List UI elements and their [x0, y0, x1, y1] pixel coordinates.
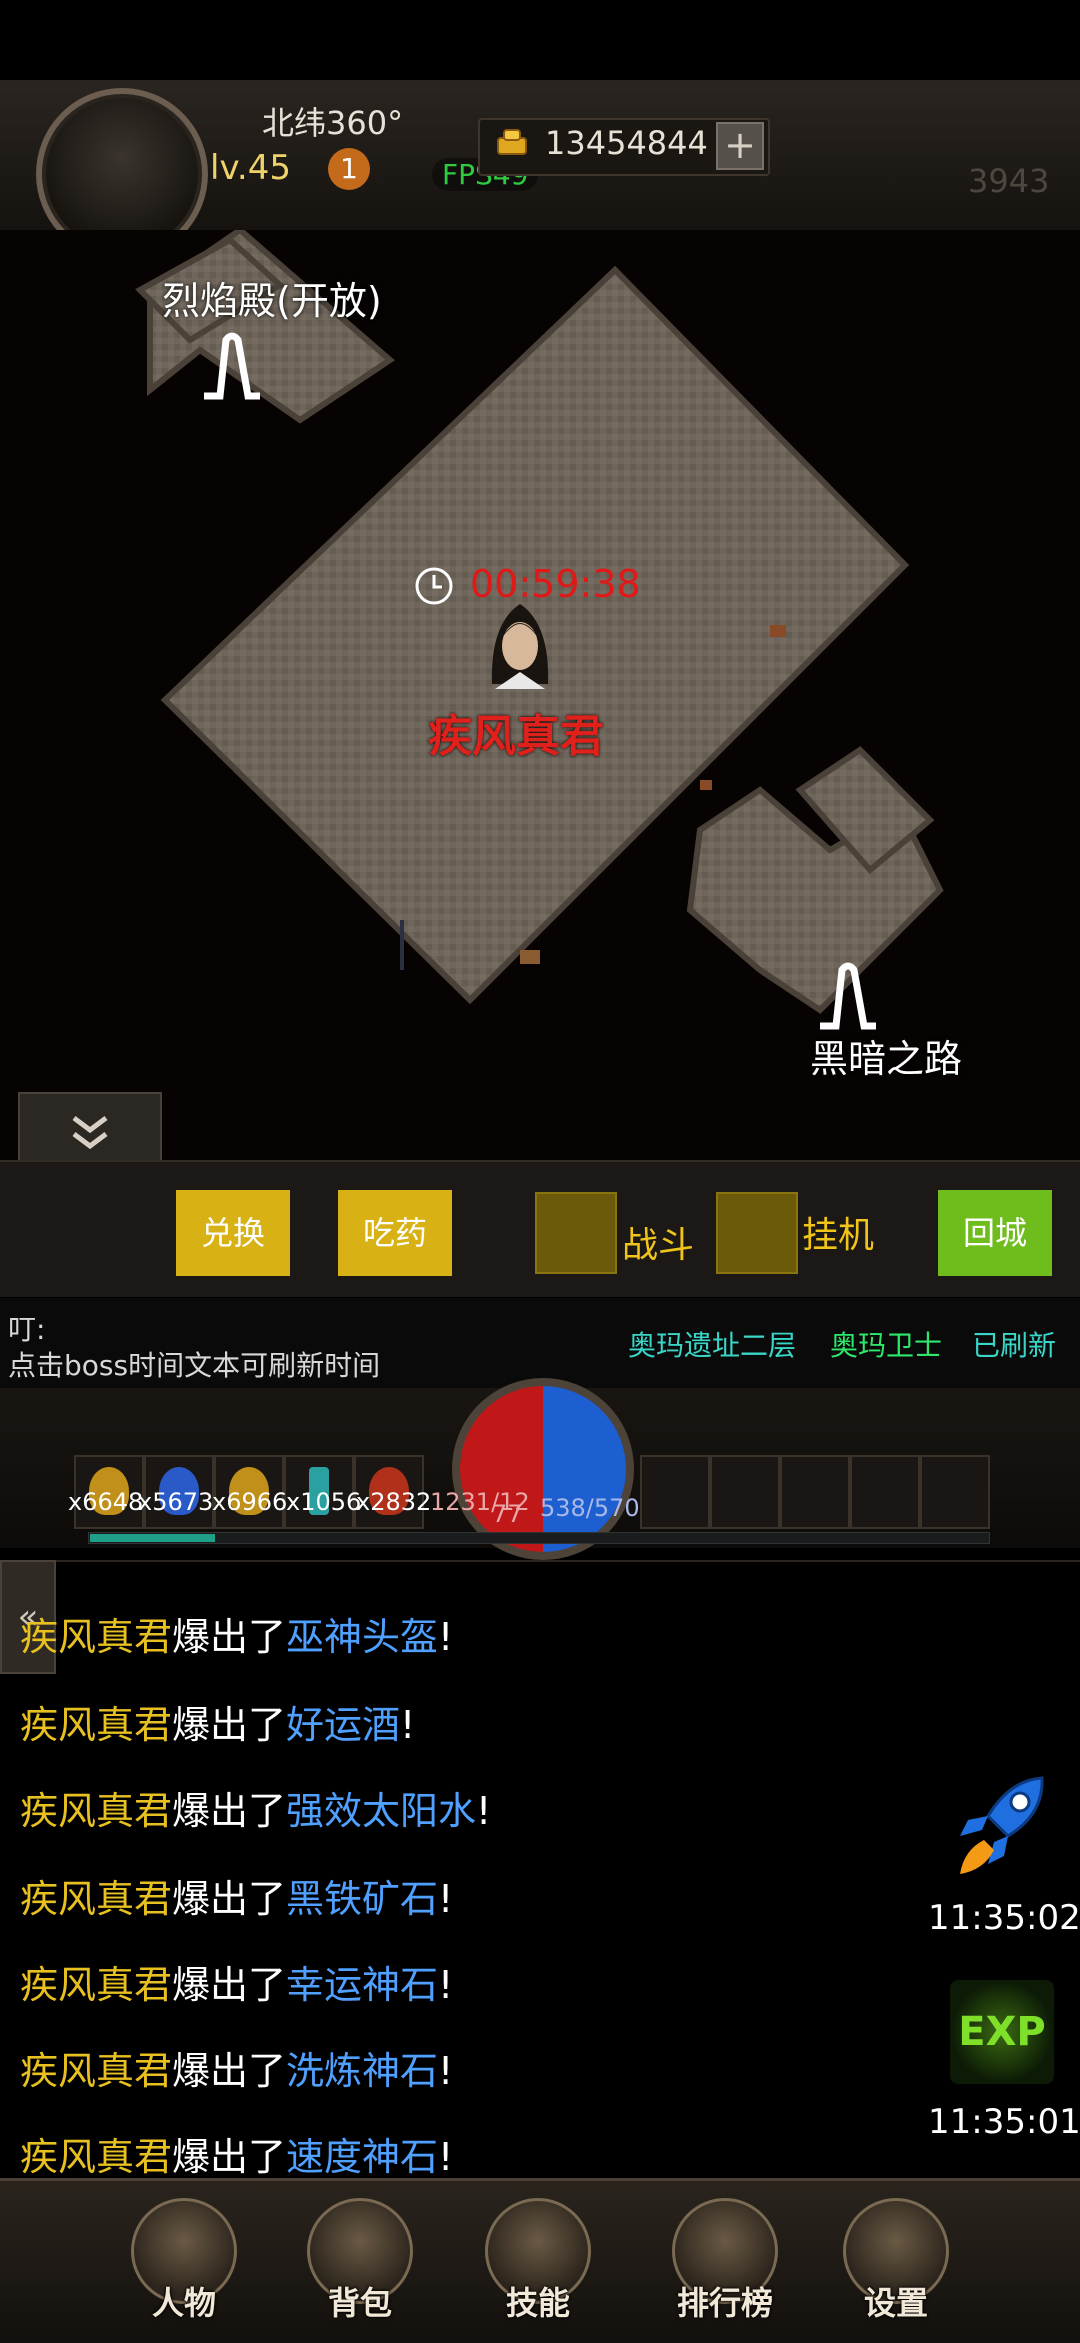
eat-potion-button[interactable]: 吃药	[338, 1190, 452, 1276]
exp-boost-icon[interactable]: EXP	[950, 1980, 1054, 2084]
gold-amount: 13454844	[545, 124, 708, 162]
potion-count-2: x5673	[138, 1488, 214, 1516]
potion-count-1: x6648	[68, 1488, 144, 1516]
skill-slot-4[interactable]	[850, 1455, 920, 1529]
potion-count-3: x6966	[212, 1488, 288, 1516]
skill-slot-2[interactable]	[710, 1455, 780, 1529]
clock-icon	[415, 567, 453, 605]
chat-line: 疾风真君爆出了幸运神石!	[20, 1963, 454, 2007]
portal-bottom-label: 黑暗之路	[810, 1037, 963, 1081]
nav-settings[interactable]: 设置	[836, 2198, 956, 2328]
nav-ranking[interactable]: 排行榜	[656, 2198, 794, 2328]
fight-label: 战斗	[622, 1225, 695, 1266]
skill-slot-5[interactable]	[920, 1455, 990, 1529]
monster-label: 奥玛卫士	[830, 1329, 943, 1362]
chat-line: 疾风真君爆出了强效太阳水!	[20, 1789, 492, 1833]
auto-checkbox[interactable]	[716, 1192, 798, 1274]
boss-portrait-icon[interactable]	[470, 594, 570, 694]
exp-bar	[88, 1532, 990, 1544]
gold-ingot-icon	[497, 129, 527, 155]
map-terrain	[135, 230, 944, 1014]
latitude-label: 北纬360°	[262, 104, 404, 142]
exp-time: 11:35:01	[928, 2102, 1080, 2142]
minimap[interactable]	[0, 230, 1080, 1160]
fight-checkbox[interactable]	[535, 1192, 617, 1274]
chat-line: 疾风真君爆出了速度神石!	[20, 2135, 454, 2179]
level-badge[interactable]: 1	[328, 148, 370, 190]
refresh-status: 已刷新	[972, 1329, 1057, 1362]
double-chevron-down-icon	[72, 1116, 108, 1150]
mp-value: 538/570	[540, 1494, 640, 1522]
chat-line: 疾风真君爆出了洗炼神石!	[20, 2049, 454, 2093]
score-value: 3943	[968, 162, 1050, 200]
potion-count-4: x1056	[286, 1488, 362, 1516]
location-label: 奥玛遗址二层	[628, 1329, 797, 1362]
collapse-map-button[interactable]	[18, 1092, 162, 1164]
add-gold-button[interactable]: +	[716, 122, 764, 170]
return-city-button[interactable]: 回城	[938, 1190, 1052, 1276]
boss-name[interactable]: 疾风真君	[428, 700, 604, 764]
chat-line: 疾风真君爆出了黑铁矿石!	[20, 1877, 454, 1921]
auto-label: 挂机	[802, 1215, 875, 1256]
chat-line: 疾风真君爆出了巫神头盔!	[20, 1615, 454, 1659]
potion-count-5: x2832	[356, 1488, 432, 1516]
nav-bag[interactable]: 背包	[300, 2198, 420, 2328]
portal-top-label: 烈焰殿(开放)	[162, 279, 382, 323]
exp-bar-fill	[90, 1534, 215, 1542]
portal-top-icon[interactable]	[196, 330, 266, 402]
rocket-time: 11:35:02	[928, 1898, 1080, 1938]
skill-slot-3[interactable]	[780, 1455, 850, 1529]
hint-text[interactable]: 点击boss时间文本可刷新时间	[8, 1344, 380, 1384]
portal-bottom-icon[interactable]	[812, 960, 882, 1032]
exchange-button[interactable]: 兑换	[176, 1190, 290, 1276]
hp-extra: 77	[492, 1500, 523, 1528]
skill-slot-1[interactable]	[640, 1455, 710, 1529]
ding-label: 叮:	[8, 1313, 46, 1346]
nav-character[interactable]: 人物	[124, 2198, 244, 2328]
chat-line: 疾风真君爆出了好运酒!	[20, 1703, 416, 1747]
rocket-icon[interactable]	[950, 1770, 1054, 1884]
nav-skills[interactable]: 技能	[478, 2198, 598, 2328]
player-level: lv.45	[210, 148, 291, 188]
